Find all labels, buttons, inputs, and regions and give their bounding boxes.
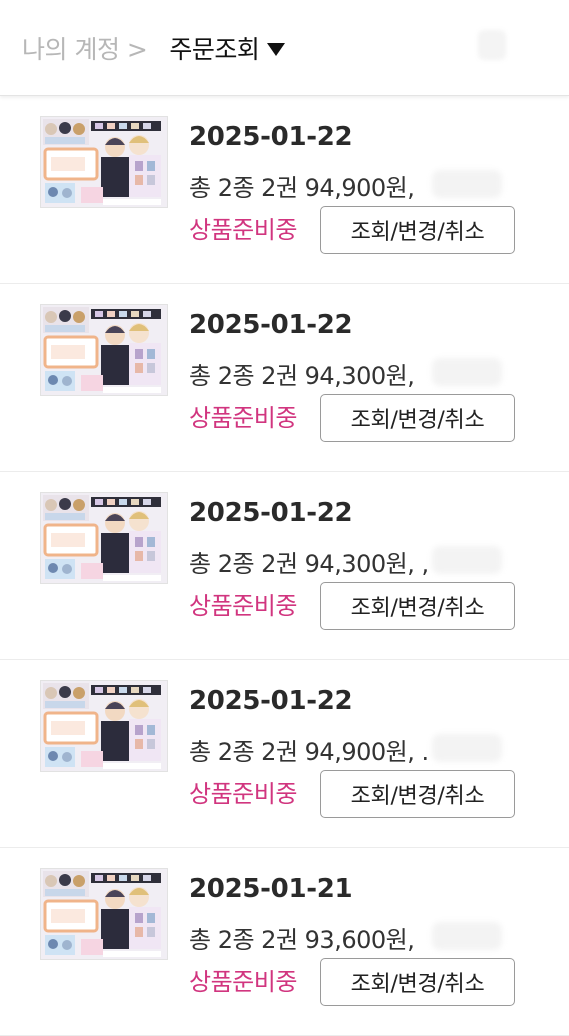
product-thumbnail[interactable]	[40, 492, 168, 584]
order-summary: 총 2종 2권 94,900원, .	[189, 738, 429, 766]
redacted-area	[478, 30, 506, 60]
order-list: 2025-01-22 총 2종 2권 94,900원, 상품준비중 조회/변경/…	[0, 96, 569, 1036]
redacted-area	[432, 734, 502, 762]
order-summary: 총 2종 2권 93,600원,	[189, 926, 415, 954]
order-date: 2025-01-22	[189, 122, 353, 152]
order-status: 상품준비중	[189, 404, 297, 432]
order-summary: 총 2종 2권 94,900원,	[189, 174, 415, 202]
order-row[interactable]: 2025-01-21 총 2종 2권 93,600원, 상품준비중 조회/변경/…	[0, 848, 569, 1036]
view-change-cancel-button[interactable]: 조회/변경/취소	[320, 958, 515, 1006]
order-row[interactable]: 2025-01-22 총 2종 2권 94,900원, . 상품준비중 조회/변…	[0, 660, 569, 848]
view-change-cancel-button[interactable]: 조회/변경/취소	[320, 582, 515, 630]
order-row[interactable]: 2025-01-22 총 2종 2권 94,300원, , 상품준비중 조회/변…	[0, 472, 569, 660]
order-status: 상품준비중	[189, 780, 297, 808]
view-change-cancel-button[interactable]: 조회/변경/취소	[320, 394, 515, 442]
redacted-area	[432, 922, 502, 950]
order-status: 상품준비중	[189, 216, 297, 244]
order-date: 2025-01-21	[189, 874, 353, 904]
redacted-area	[432, 358, 502, 386]
order-date: 2025-01-22	[189, 498, 353, 528]
breadcrumb[interactable]: 나의 계정 >	[22, 30, 148, 66]
page-title: 주문조회	[169, 34, 260, 64]
product-thumbnail[interactable]	[40, 680, 168, 772]
order-summary: 총 2종 2권 94,300원, ,	[189, 550, 429, 578]
order-date: 2025-01-22	[189, 686, 353, 716]
redacted-area	[432, 546, 502, 574]
product-thumbnail[interactable]	[40, 304, 168, 396]
order-status: 상품준비중	[189, 968, 297, 996]
redacted-area	[432, 170, 502, 198]
page-title-dropdown[interactable]: 주문조회	[169, 30, 286, 66]
order-row[interactable]: 2025-01-22 총 2종 2권 94,300원, 상품준비중 조회/변경/…	[0, 284, 569, 472]
view-change-cancel-button[interactable]: 조회/변경/취소	[320, 206, 515, 254]
view-change-cancel-button[interactable]: 조회/변경/취소	[320, 770, 515, 818]
order-date: 2025-01-22	[189, 310, 353, 340]
order-status: 상품준비중	[189, 592, 297, 620]
order-summary: 총 2종 2권 94,300원,	[189, 362, 415, 390]
page-header: 나의 계정 > 주문조회	[0, 0, 569, 96]
product-thumbnail[interactable]	[40, 868, 168, 960]
caret-down-icon	[267, 43, 286, 56]
product-thumbnail[interactable]	[40, 116, 168, 208]
order-row[interactable]: 2025-01-22 총 2종 2권 94,900원, 상품준비중 조회/변경/…	[0, 96, 569, 284]
